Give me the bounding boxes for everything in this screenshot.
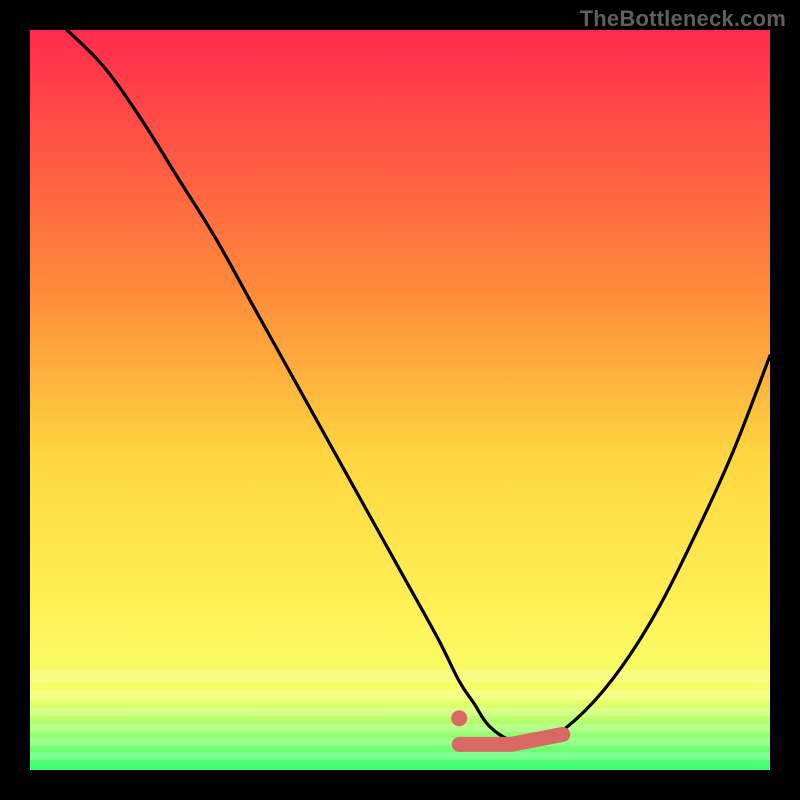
plot-area [30, 30, 770, 770]
gradient-background [30, 30, 770, 770]
watermark-label: TheBottleneck.com [580, 6, 786, 32]
chart-svg [30, 30, 770, 770]
sweet-spot-dot [451, 710, 467, 726]
root: TheBottleneck.com [0, 0, 800, 800]
